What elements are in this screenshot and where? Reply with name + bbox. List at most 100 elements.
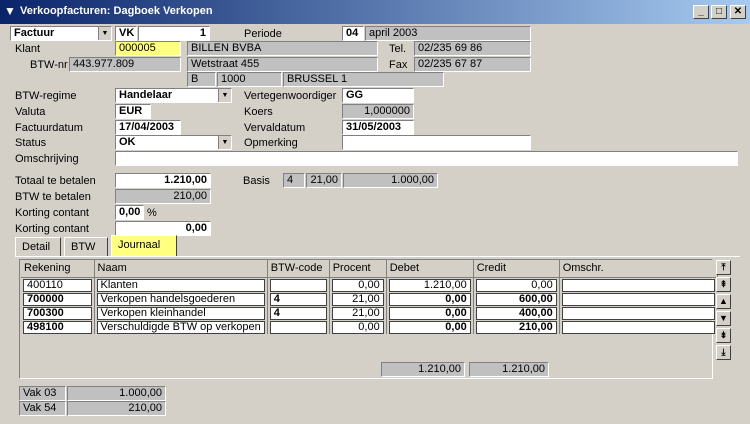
period-label: Periode xyxy=(244,28,282,40)
cell-rekening[interactable]: 700300 xyxy=(23,306,92,320)
next-page-icon[interactable]: ⇟ xyxy=(716,328,731,343)
col-rekening[interactable]: Rekening xyxy=(21,260,95,278)
tab-journaal[interactable]: Journaal xyxy=(111,235,177,257)
table-row[interactable]: 498100 Verschuldigde BTW op verkopen 0,0… xyxy=(21,319,717,334)
down-icon[interactable]: ▼ xyxy=(716,311,731,326)
col-naam[interactable]: Naam xyxy=(94,260,268,278)
percent-sign: % xyxy=(147,207,157,219)
cell-naam: Verkopen handelsgoederen xyxy=(96,292,265,306)
btw-total-label: BTW te betalen xyxy=(15,191,91,203)
doc-type-combo[interactable]: Factuur ▼ xyxy=(10,26,112,41)
basis-label: Basis xyxy=(243,175,270,187)
discount-amount-field[interactable]: 0,00 xyxy=(115,221,211,236)
cell-credit[interactable]: 400,00 xyxy=(475,306,557,320)
btw-regime-combo[interactable]: Handelaar ▼ xyxy=(115,88,232,103)
remark-label: Opmerking xyxy=(244,137,298,149)
cell-debet[interactable]: 0,00 xyxy=(388,320,471,334)
discount-pct-field[interactable]: 0,00 xyxy=(115,205,144,220)
cell-btw-code[interactable]: 4 xyxy=(269,306,327,320)
cell-rekening[interactable]: 498100 xyxy=(23,320,92,334)
basis-code-field: 4 xyxy=(283,173,305,188)
table-row[interactable]: 400110 Klanten 0,00 1.210,00 0,00 xyxy=(21,277,717,292)
basis-rate-field: 21,00 xyxy=(306,173,342,188)
vak-54-label: Vak 54 xyxy=(19,401,66,416)
cell-rekening[interactable]: 400110 xyxy=(23,278,92,292)
cell-btw-code[interactable] xyxy=(269,320,327,334)
due-date-label: Vervaldatum xyxy=(244,122,306,134)
cell-rekening[interactable]: 700000 xyxy=(23,292,92,306)
vak-54-value: 210,00 xyxy=(67,401,166,416)
maximize-button[interactable]: □ xyxy=(711,5,727,19)
tab-divider xyxy=(15,256,740,257)
cell-credit[interactable]: 0,00 xyxy=(475,278,557,292)
status-label: Status xyxy=(15,137,47,149)
minimize-button[interactable]: _ xyxy=(693,5,709,19)
col-btw-code[interactable]: BTW-code xyxy=(267,260,330,278)
city-field: BRUSSEL 1 xyxy=(283,72,444,87)
title-bar: ▼ Verkoopfacturen: Dagboek Verkopen _ □ … xyxy=(0,0,750,24)
up-icon[interactable]: ▲ xyxy=(716,294,731,309)
table-row[interactable]: 700300 Verkopen kleinhandel 4 21,00 0,00… xyxy=(21,305,717,320)
cell-btw-code[interactable] xyxy=(269,278,327,292)
remark-field[interactable] xyxy=(342,135,531,150)
cell-debet[interactable]: 0,00 xyxy=(388,306,471,320)
window-title: Verkoopfacturen: Dagboek Verkopen xyxy=(20,5,213,17)
postcode-field: 1000 xyxy=(217,72,282,87)
description-field[interactable] xyxy=(115,151,738,166)
client-code-field[interactable]: 000005 xyxy=(115,41,181,56)
status-value: OK xyxy=(119,136,136,148)
cell-credit[interactable]: 210,00 xyxy=(475,320,557,334)
invoice-date-field[interactable]: 17/04/2003 xyxy=(115,120,181,135)
col-credit[interactable]: Credit xyxy=(473,260,560,278)
total-label: Totaal te betalen xyxy=(15,175,96,187)
rep-field[interactable]: GG xyxy=(342,88,414,103)
invoice-number-field[interactable]: 1 xyxy=(138,26,210,41)
country-field: B xyxy=(187,72,216,87)
tab-detail[interactable]: Detail xyxy=(15,237,61,257)
cell-omschr[interactable] xyxy=(561,306,716,320)
discount-amount-label: Korting contant xyxy=(15,223,89,235)
cell-naam[interactable]: Klanten xyxy=(96,278,265,292)
rep-label: Vertegenwoordiger xyxy=(244,90,337,102)
vat-field: 443.977.809 xyxy=(69,57,181,72)
journal-field[interactable]: VK xyxy=(115,26,137,41)
vat-label: BTW-nr xyxy=(30,59,68,71)
cell-omschr[interactable] xyxy=(561,320,716,334)
cell-procent: 21,00 xyxy=(331,292,384,306)
chevron-down-icon[interactable]: ▼ xyxy=(218,89,231,102)
currency-field[interactable]: EUR xyxy=(115,104,151,119)
cell-procent[interactable]: 0,00 xyxy=(331,278,384,292)
tel-label: Tel. xyxy=(389,43,407,55)
chevron-down-icon[interactable]: ▼ xyxy=(98,27,111,40)
period-number-field[interactable]: 04 xyxy=(342,26,364,41)
col-omschr[interactable]: Omschr. xyxy=(559,260,718,278)
doc-type-value: Factuur xyxy=(14,27,55,39)
rate-field: 1,000000 xyxy=(342,104,414,119)
cell-omschr[interactable] xyxy=(561,278,716,292)
btw-total-field: 210,00 xyxy=(115,189,211,204)
prev-page-icon[interactable]: ⇞ xyxy=(716,277,731,292)
tab-btw[interactable]: BTW xyxy=(64,237,108,257)
cell-procent: 0,00 xyxy=(331,320,384,334)
cell-omschr[interactable] xyxy=(561,292,716,306)
total-field[interactable]: 1.210,00 xyxy=(115,173,211,188)
period-text-field: april 2003 xyxy=(365,26,531,41)
cell-credit[interactable]: 600,00 xyxy=(475,292,557,306)
last-page-icon[interactable]: ⤓ xyxy=(716,345,731,360)
basis-amount-field: 1.000,00 xyxy=(343,173,438,188)
cell-btw-code[interactable]: 4 xyxy=(269,292,327,306)
journal-table: Rekening Naam BTW-code Procent Debet Cre… xyxy=(21,260,718,334)
app-icon: ▼ xyxy=(4,4,16,18)
cell-debet[interactable]: 0,00 xyxy=(388,292,471,306)
close-button[interactable]: ✕ xyxy=(730,5,746,19)
col-procent[interactable]: Procent xyxy=(329,260,387,278)
vak-03-value: 1.000,00 xyxy=(67,386,166,401)
table-header: Rekening Naam BTW-code Procent Debet Cre… xyxy=(21,260,718,278)
cell-debet[interactable]: 1.210,00 xyxy=(388,278,471,292)
col-debet[interactable]: Debet xyxy=(386,260,474,278)
due-date-field[interactable]: 31/05/2003 xyxy=(342,120,414,135)
table-row[interactable]: 700000 Verkopen handelsgoederen 4 21,00 … xyxy=(21,291,717,306)
chevron-down-icon[interactable]: ▼ xyxy=(218,136,231,149)
first-page-icon[interactable]: ⤒ xyxy=(716,260,731,275)
status-combo[interactable]: OK ▼ xyxy=(115,135,232,150)
